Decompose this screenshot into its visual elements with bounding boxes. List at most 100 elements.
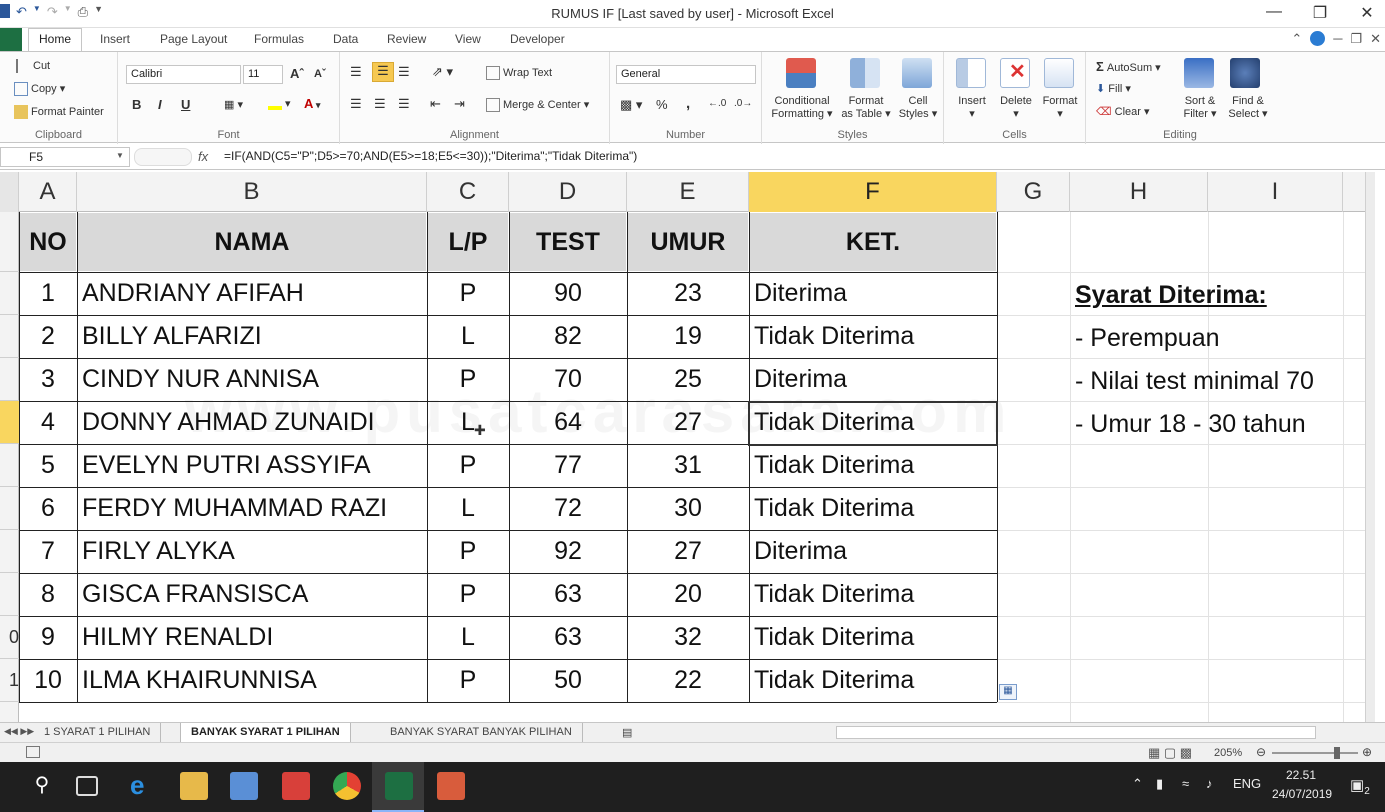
row-header[interactable] bbox=[0, 573, 19, 616]
worksheet-grid[interactable]: www.pusatcarasara.com A B C D E F G H I … bbox=[0, 172, 1375, 722]
notes-title[interactable]: Syarat Diterima: bbox=[1075, 274, 1267, 317]
cell-styles-button[interactable]: Cell Styles ▾ bbox=[896, 95, 940, 120]
cell-test[interactable]: 50 bbox=[509, 659, 627, 702]
cell-ket[interactable]: Tidak Diterima bbox=[754, 444, 997, 487]
cell-nama[interactable]: CINDY NUR ANNISA bbox=[82, 358, 427, 401]
cell-no[interactable]: 6 bbox=[19, 487, 77, 530]
cell-lp[interactable]: P bbox=[427, 444, 509, 487]
zoom-slider[interactable] bbox=[1272, 752, 1358, 754]
workbook-restore-icon[interactable]: ❐ bbox=[1350, 31, 1362, 47]
header-cell-nama[interactable]: NAMA bbox=[78, 213, 426, 271]
cell-no[interactable]: 5 bbox=[19, 444, 77, 487]
underline-button[interactable]: U bbox=[181, 97, 190, 112]
merge-center-button[interactable]: Merge & Center ▾ bbox=[486, 98, 589, 113]
format-button[interactable]: Format ▾ bbox=[1038, 95, 1082, 120]
tab-home[interactable]: Home bbox=[28, 28, 83, 52]
cell-test[interactable]: 92 bbox=[509, 530, 627, 573]
cell-lp[interactable]: P bbox=[427, 659, 509, 702]
name-box[interactable]: F5 bbox=[0, 147, 130, 167]
cell-ket[interactable]: Tidak Diterima bbox=[754, 315, 997, 358]
chrome-icon[interactable] bbox=[333, 772, 361, 800]
wrap-text-button[interactable]: Wrap Text bbox=[486, 66, 552, 80]
orientation-icon[interactable]: ⇗ ▾ bbox=[432, 64, 453, 80]
note-item[interactable]: - Perempuan bbox=[1075, 317, 1220, 360]
cell-ket[interactable]: Tidak Diterima bbox=[754, 573, 997, 616]
language-indicator[interactable]: ENG bbox=[1233, 776, 1261, 791]
col-header-d[interactable]: D bbox=[509, 172, 627, 212]
zoom-out-icon[interactable]: ⊖ bbox=[1256, 745, 1266, 759]
cell-test[interactable]: 63 bbox=[509, 573, 627, 616]
gift-app-icon[interactable] bbox=[282, 772, 310, 800]
clear-button[interactable]: ⌫ Clear ▾ bbox=[1096, 105, 1150, 118]
horizontal-scrollbar[interactable] bbox=[836, 726, 1316, 739]
italic-button[interactable]: I bbox=[158, 97, 162, 112]
vertical-scrollbar[interactable] bbox=[1365, 172, 1375, 722]
format-cells-icon[interactable] bbox=[1044, 58, 1074, 88]
cell-no[interactable]: 2 bbox=[19, 315, 77, 358]
note-item[interactable]: - Nilai test minimal 70 bbox=[1075, 360, 1314, 403]
sort-filter-icon[interactable] bbox=[1184, 58, 1214, 88]
tab-data[interactable]: Data bbox=[333, 32, 358, 46]
header-cell-ket[interactable]: KET. bbox=[750, 213, 996, 271]
clock-time[interactable]: 22.51 bbox=[1286, 768, 1316, 782]
tab-insert[interactable]: Insert bbox=[100, 32, 130, 46]
cell-nama[interactable]: FERDY MUHAMMAD RAZI bbox=[82, 487, 427, 530]
cell-umur[interactable]: 22 bbox=[627, 659, 749, 702]
powerpoint-taskbar-icon[interactable] bbox=[437, 772, 465, 800]
wifi-icon[interactable]: ≈ bbox=[1182, 776, 1189, 791]
cell-lp[interactable]: L bbox=[427, 401, 509, 444]
col-header-f[interactable]: F bbox=[749, 172, 997, 212]
format-as-table-icon[interactable] bbox=[850, 58, 880, 88]
align-bottom-icon[interactable]: ☰ bbox=[398, 64, 410, 80]
header-cell-no[interactable]: NO bbox=[20, 213, 76, 271]
sheet-tab-2[interactable]: BANYAK SYARAT 1 PILIHAN bbox=[180, 723, 351, 742]
fill-color-icon[interactable]: ▾ bbox=[268, 97, 291, 110]
cell-ket[interactable]: Tidak Diterima bbox=[754, 659, 997, 702]
sheet-nav-icons[interactable]: ◀◀ ▶▶ bbox=[4, 726, 34, 737]
minimize-button[interactable]: — bbox=[1259, 3, 1289, 21]
cell-nama[interactable]: GISCA FRANSISCA bbox=[82, 573, 427, 616]
copy-button[interactable]: Copy ▾ bbox=[14, 82, 65, 97]
row-header[interactable] bbox=[0, 444, 19, 487]
col-header-a[interactable]: A bbox=[19, 172, 77, 212]
format-as-table-button[interactable]: Format as Table ▾ bbox=[840, 95, 892, 120]
col-header-b[interactable]: B bbox=[77, 172, 427, 212]
task-view-icon[interactable] bbox=[76, 776, 98, 796]
cell-nama[interactable]: BILLY ALFARIZI bbox=[82, 315, 427, 358]
header-cell-test[interactable]: TEST bbox=[510, 213, 626, 271]
increase-indent-icon[interactable]: ⇥ bbox=[454, 96, 465, 112]
zoom-in-icon[interactable]: ⊕ bbox=[1362, 745, 1372, 759]
row-header[interactable] bbox=[0, 272, 19, 315]
row-header[interactable] bbox=[0, 530, 19, 573]
clock-date[interactable]: 24/07/2019 bbox=[1272, 787, 1332, 801]
row-header[interactable]: 0 bbox=[0, 616, 19, 659]
col-header-c[interactable]: C bbox=[427, 172, 509, 212]
cell-umur[interactable]: 30 bbox=[627, 487, 749, 530]
cell-lp[interactable]: P bbox=[427, 358, 509, 401]
col-header-i[interactable]: I bbox=[1208, 172, 1343, 212]
row-header[interactable] bbox=[0, 401, 19, 444]
decrease-decimal-icon[interactable]: .0→ bbox=[734, 98, 752, 109]
align-left-icon[interactable]: ☰ bbox=[350, 96, 362, 112]
autosum-button[interactable]: Σ AutoSum ▾ bbox=[1096, 59, 1161, 74]
tray-chevron-icon[interactable]: ⌃ bbox=[1132, 776, 1143, 792]
cell-ket[interactable]: Diterima bbox=[754, 272, 997, 315]
align-top-icon[interactable]: ☰ bbox=[350, 64, 362, 80]
find-select-button[interactable]: Find & Select ▾ bbox=[1226, 95, 1270, 120]
cell-nama[interactable]: FIRLY ALYKA bbox=[82, 530, 427, 573]
borders-icon[interactable]: ▦ ▾ bbox=[224, 98, 243, 111]
cell-ket[interactable]: Tidak Diterima bbox=[754, 616, 997, 659]
cell-lp[interactable]: P bbox=[427, 573, 509, 616]
cell-test[interactable]: 82 bbox=[509, 315, 627, 358]
note-item[interactable]: - Umur 18 - 30 tahun bbox=[1075, 403, 1306, 446]
row-header[interactable] bbox=[0, 487, 19, 530]
formula-input[interactable]: =IF(AND(C5="P";D5>=70;AND(E5>=18;E5<=30)… bbox=[224, 149, 637, 163]
cell-lp[interactable]: L bbox=[427, 315, 509, 358]
percent-button[interactable]: % bbox=[656, 97, 668, 112]
minimize-ribbon-icon[interactable]: ⌃ bbox=[1291, 31, 1302, 47]
cell-ket[interactable]: Tidak Diterima bbox=[754, 401, 997, 444]
cell-lp[interactable]: P bbox=[427, 530, 509, 573]
cell-no[interactable]: 7 bbox=[19, 530, 77, 573]
workbook-minimize-icon[interactable]: ─ bbox=[1333, 31, 1342, 47]
cell-test[interactable]: 72 bbox=[509, 487, 627, 530]
